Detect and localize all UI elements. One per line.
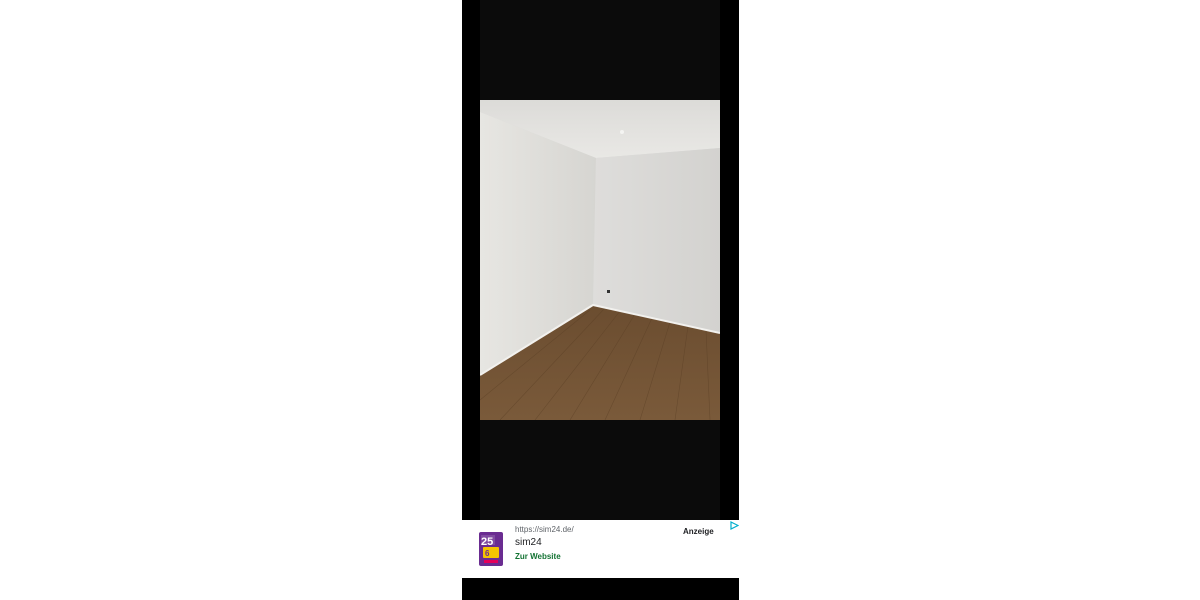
bottom-bar: [462, 578, 739, 600]
ad-banner[interactable]: 25 6 https://sim24.de/ Anzeige sim24 Zur…: [462, 520, 739, 578]
image-viewer: [462, 0, 739, 520]
svg-text:25: 25: [481, 536, 493, 548]
ad-cta-link[interactable]: Zur Website: [515, 552, 561, 561]
svg-text:6: 6: [485, 549, 490, 558]
ad-choices-icon[interactable]: [730, 521, 739, 530]
room-photo[interactable]: [480, 100, 720, 420]
room-photo-graphic: [480, 100, 720, 420]
ad-label: Anzeige: [683, 527, 714, 536]
ad-url[interactable]: https://sim24.de/: [515, 525, 574, 534]
ad-advertiser-name[interactable]: sim24: [515, 537, 542, 548]
sim24-ad-thumbnail-icon[interactable]: 25 6: [479, 532, 503, 566]
